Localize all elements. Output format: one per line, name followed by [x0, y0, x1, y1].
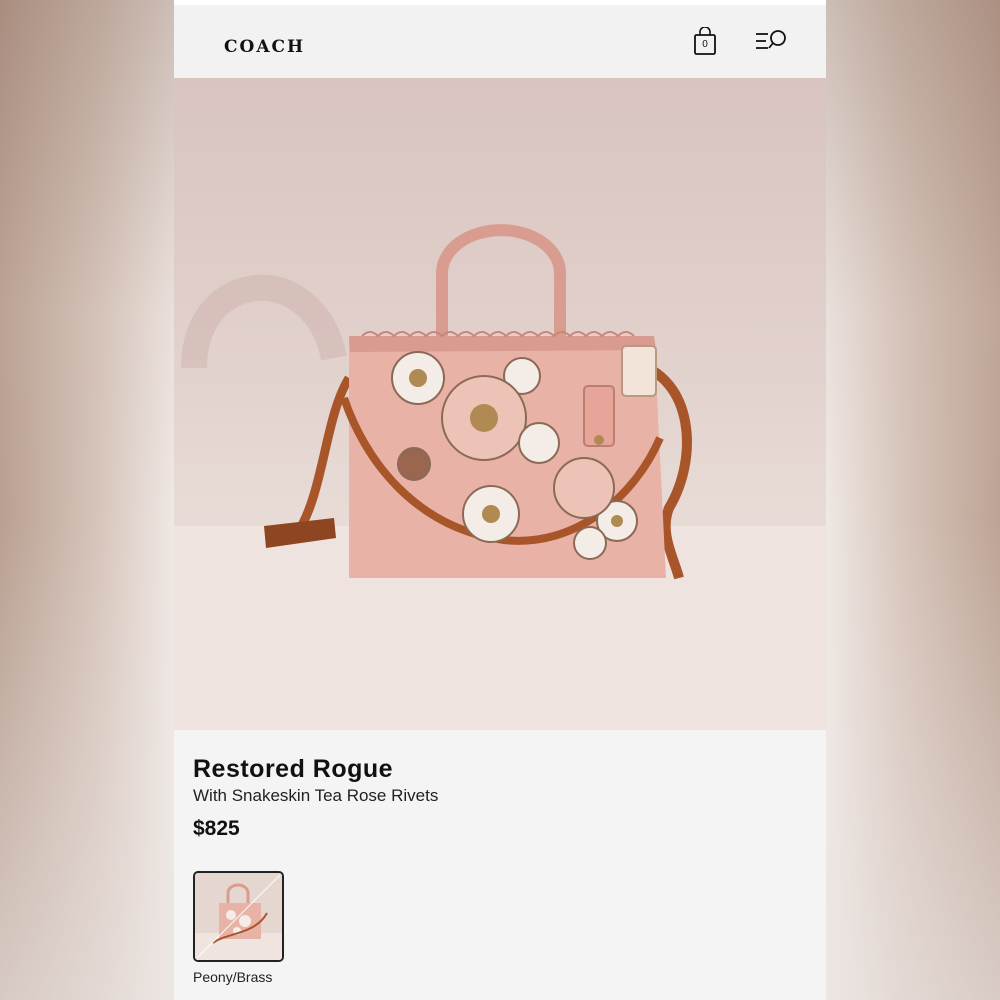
coach-logo[interactable]: COACH [224, 37, 305, 57]
menu-search-icon [756, 30, 786, 49]
swatch-label: Peony/Brass [193, 969, 273, 985]
swatch-thumbnail [195, 873, 282, 960]
product-title: Restored Rogue [193, 755, 394, 783]
product-info: Restored Rogue With Snakeskin Tea Rose R… [174, 730, 826, 1000]
menu-search-button[interactable] [754, 27, 790, 55]
handbag-illustration [174, 224, 826, 730]
shopping-bag-button[interactable]: 0 [692, 26, 718, 57]
product-subtitle: With Snakeskin Tea Rose Rivets [193, 786, 439, 805]
phone-screen: COACH 0 Restored Rogue With Snakeskin Te… [174, 0, 826, 1000]
product-image[interactable] [174, 78, 826, 730]
product-price: $825 [193, 817, 240, 840]
color-swatch-peony-brass[interactable] [193, 871, 284, 962]
site-header: COACH 0 [174, 5, 826, 78]
bag-count: 0 [702, 39, 708, 50]
